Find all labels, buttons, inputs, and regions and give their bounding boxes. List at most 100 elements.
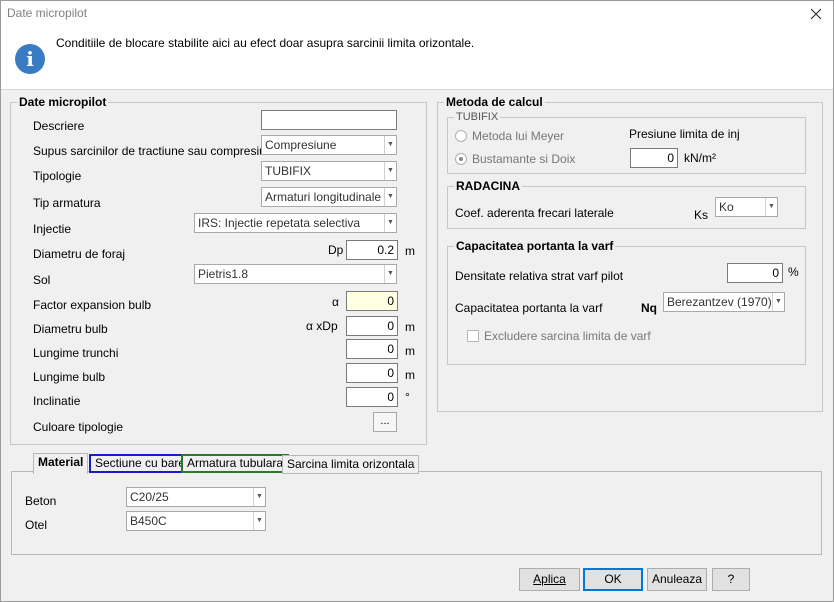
aplica-label: Aplica [533,572,566,586]
nq-symbol: Nq [641,301,657,315]
diametru-bulb-input[interactable]: 0 [346,316,398,336]
aplica-button[interactable]: Aplica [519,568,580,591]
bustamante-label: Bustamante si Doix [472,152,576,166]
factor-expansion-label: Factor expansion bulb [33,298,152,312]
excludere-checkbox[interactable]: Excludere sarcina limita de varf [467,329,651,343]
injectie-value: IRS: Injectie repetata selectiva [198,216,361,230]
otel-value: B450C [130,514,167,528]
cap-portanta-label: Capacitatea portanta la varf [455,301,603,315]
dialog-window: Date micropilot i Conditiile de blocare … [0,0,834,602]
otel-select[interactable]: B450C ▼ [126,511,266,531]
alpha-dp-symbol: α xDp [306,319,338,333]
window-title: Date micropilot [7,6,88,20]
nq-dropdown-arrow[interactable]: ▼ [772,293,784,311]
presiune-input[interactable]: 0 [630,148,678,168]
tip-armatura-label: Tip armatura [33,196,101,210]
inclinatie-input[interactable]: 0 [346,387,398,407]
ks-select[interactable]: Ko ▼ [715,197,778,217]
otel-dropdown-arrow[interactable]: ▼ [253,512,265,530]
lungime-bulb-input[interactable]: 0 [346,363,398,383]
info-message: Conditiile de blocare stabilite aici au … [56,36,475,50]
diametru-bulb-label: Diametru bulb [33,322,108,336]
diametru-foraj-label: Diametru de foraj [33,247,126,261]
info-banner: i Conditiile de blocare stabilite aici a… [1,27,833,90]
sol-dropdown-arrow[interactable]: ▼ [384,265,396,283]
lungime-trunchi-input[interactable]: 0 [346,339,398,359]
chevron-down-icon: ▼ [256,517,263,524]
ks-dropdown-arrow[interactable]: ▼ [765,198,777,216]
culoare-button[interactable]: ... [373,412,397,432]
injectie-dropdown-arrow[interactable]: ▼ [384,214,396,232]
ok-button[interactable]: OK [583,568,643,591]
ks-symbol: Ks [694,208,709,222]
inclinatie-label: Inclinatie [33,394,81,408]
lungime-trunchi-label: Lungime trunchi [33,346,119,360]
metoda-calcul-legend: Metoda de calcul [446,95,543,109]
tab-sarcina-limita-orizontala[interactable]: Sarcina limita orizontala [282,455,420,474]
radio-bustamante[interactable]: Bustamante si Doix [455,152,575,166]
supus-value: Compresiune [265,138,337,152]
title-bar: Date micropilot [1,1,833,27]
presiune-label: Presiune limita de inj [629,127,740,141]
densitate-unit: % [788,265,799,279]
tipologie-dropdown-arrow[interactable]: ▼ [384,162,396,180]
tipologie-label: Tipologie [33,169,82,183]
tab-material[interactable]: Material [33,453,89,474]
dp-symbol: Dp [328,243,344,257]
densitate-input[interactable]: 0 [727,263,783,283]
date-micropilot-legend: Date micropilot [19,95,107,109]
lungime-trunchi-unit: m [405,344,415,358]
info-icon: i [15,44,45,74]
supus-select[interactable]: Compresiune ▼ [261,135,397,155]
nq-value: Berezantzev (1970) [667,295,772,309]
otel-label: Otel [25,518,48,532]
densitate-label: Densitate relativa strat varf pilot [455,269,624,283]
beton-select[interactable]: C20/25 ▼ [126,487,266,507]
beton-dropdown-arrow[interactable]: ▼ [253,488,265,506]
capacitate-legend: Capacitatea portanta la varf [456,239,614,253]
supus-label: Supus sarcinilor de tractiune sau compre… [33,144,280,158]
radio-circle-selected [455,153,467,165]
close-icon [810,8,822,20]
beton-value: C20/25 [130,490,169,504]
culoare-label: Culoare tipologie [33,420,124,434]
radacina-legend: RADACINA [456,179,520,193]
diametru-foraj-input[interactable]: 0.2 [346,240,398,260]
sol-label: Sol [33,273,51,287]
injectie-label: Injectie [33,222,72,236]
tubifix-legend: TUBIFIX [456,111,499,123]
tip-armatura-dropdown-arrow[interactable]: ▼ [384,188,396,206]
tab-sectiune-cu-bare[interactable]: Sectiune cu bare [89,454,192,473]
chevron-down-icon: ▼ [387,270,394,277]
checkbox-box [467,330,479,342]
radio-meyer[interactable]: Metoda lui Meyer [455,129,564,143]
diametru-foraj-unit: m [405,244,415,258]
coef-aderenta-label: Coef. aderenta frecari laterale [455,206,614,220]
alpha-symbol: α [332,295,339,309]
injectie-select[interactable]: IRS: Injectie repetata selectiva ▼ [194,213,397,233]
tipologie-value: TUBIFIX [265,164,312,178]
sol-select[interactable]: Pietris1.8 ▼ [194,264,397,284]
ks-value: Ko [719,200,734,214]
chevron-down-icon: ▼ [387,193,394,200]
supus-dropdown-arrow[interactable]: ▼ [384,136,396,154]
chevron-down-icon: ▼ [768,203,775,210]
tip-armatura-select[interactable]: Armaturi longitudinale ▼ [261,187,397,207]
tip-armatura-value: Armaturi longitudinale [265,190,382,204]
anuleaza-button[interactable]: Anuleaza [647,568,707,591]
factor-expansion-input[interactable]: 0 [346,291,398,311]
help-button[interactable]: ? [712,568,750,591]
close-button[interactable] [805,3,827,25]
nq-select[interactable]: Berezantzev (1970) ▼ [663,292,785,312]
descriere-input[interactable] [261,110,397,130]
diametru-bulb-unit: m [405,320,415,334]
chevron-down-icon: ▼ [256,493,263,500]
radio-circle [455,130,467,142]
chevron-down-icon: ▼ [387,219,394,226]
tipologie-select[interactable]: TUBIFIX ▼ [261,161,397,181]
lungime-bulb-label: Lungime bulb [33,370,106,384]
tab-armatura-tubulara[interactable]: Armatura tubulara [181,454,290,473]
descriere-label: Descriere [33,119,85,133]
tabs-panel: Beton C20/25 ▼ Otel B450C ▼ [11,471,822,555]
chevron-down-icon: ▼ [775,298,782,305]
